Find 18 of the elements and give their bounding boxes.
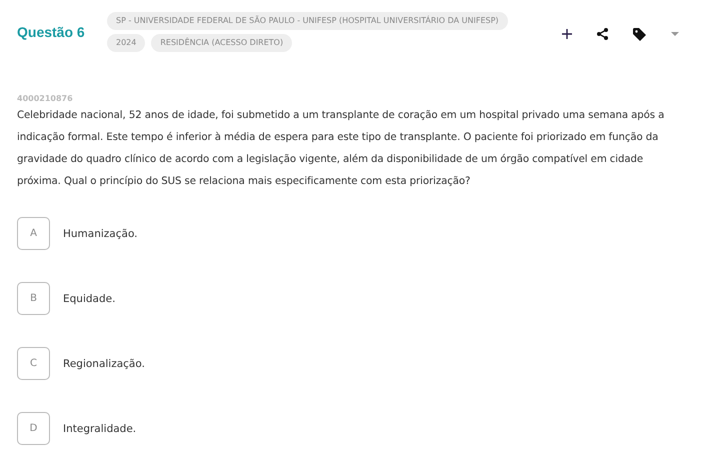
question-title: Questão 6 xyxy=(17,24,86,40)
caret-icon[interactable] xyxy=(671,32,679,36)
option-text[interactable]: Equidade. xyxy=(63,292,116,304)
option-letter-button[interactable]: C xyxy=(17,347,50,380)
add-icon[interactable] xyxy=(562,29,572,39)
tag: RESIDÊNCIA (ACESSO DIRETO) xyxy=(151,34,292,52)
share-icon[interactable] xyxy=(597,28,608,40)
option-letter-button[interactable]: A xyxy=(17,217,50,250)
option-text[interactable]: Humanização. xyxy=(63,228,138,240)
tag-icon[interactable] xyxy=(633,28,646,40)
option-text[interactable]: Integralidade. xyxy=(63,422,136,434)
question-id: 4000210876 xyxy=(17,94,74,103)
tag: SP - UNIVERSIDADE FEDERAL DE SÃO PAULO - UNIFESP (HOSPITAL UNIVERSITÁRIO DA UNIFESP) xyxy=(107,12,508,30)
option-letter-button[interactable]: D xyxy=(17,412,50,445)
option-letter-button[interactable]: B xyxy=(17,282,50,315)
tag: 2024 xyxy=(107,34,146,52)
question-text: Celebridade nacional, 52 anos de idade, foi submetido a um transplante de coração em um hospital privado uma semana após a indicação formal. Este tempo é inferior à média de espera para este tipo de transplante. O paciente foi priorizado em função da gravidade do quadro clínico de acordo com a legislação vigente, além da disponibilidade de um órgão compatível em cidade próxima. Qual o princípio do SUS se relaciona mais especificamente com esta priorização? xyxy=(17,108,666,189)
option-text[interactable]: Regionalização. xyxy=(63,358,145,370)
